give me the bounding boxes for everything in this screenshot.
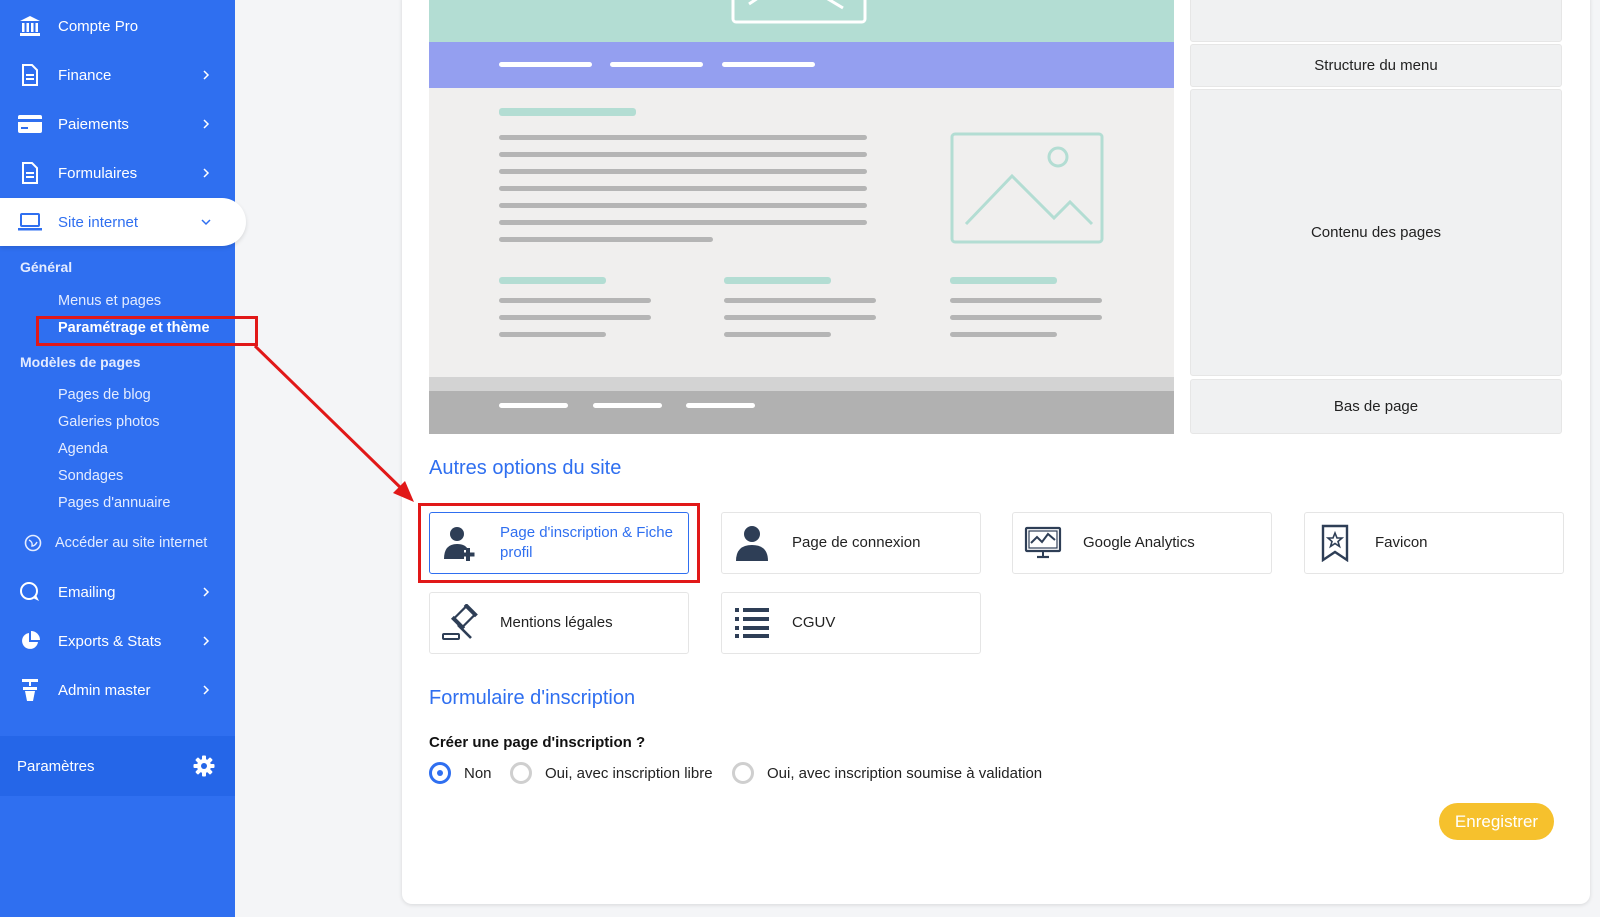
sidebar-item-label: Formulaires <box>58 164 138 182</box>
save-button[interactable]: Enregistrer <box>1439 803 1554 840</box>
credit-card-icon <box>17 111 43 137</box>
preview-content <box>429 88 1174 377</box>
radio-circle-selected[interactable] <box>429 762 451 784</box>
zone-footer-label: Bas de page <box>1333 398 1419 415</box>
sidebar-item-site-internet[interactable]: Site internet <box>0 198 246 246</box>
sidebar-item-label: Compte Pro <box>58 17 139 35</box>
sidebar-item-label: Finance <box>58 66 112 84</box>
option-label: Google Analytics <box>1083 534 1195 551</box>
theme-preview <box>429 0 1174 434</box>
option-google-analytics[interactable]: Google Analytics <box>1012 512 1272 574</box>
sidebar-item-label: Site internet <box>58 213 139 231</box>
option-login-page[interactable]: Page de connexion <box>721 512 981 574</box>
option-registration-profile[interactable]: Page d'inscription & Fiche profil <box>429 512 689 574</box>
sidebar-subitem-galeries[interactable]: Galeries photos <box>58 414 160 430</box>
user-add-icon <box>440 523 480 563</box>
preview-footer-band <box>429 377 1174 391</box>
option-label: Page d'inscription & Fiche profil <box>500 524 673 561</box>
sidebar-item-label: Emailing <box>58 583 116 601</box>
radio-non[interactable]: Non <box>429 762 492 784</box>
section-heading-modeles: Modèles de pages <box>20 354 141 370</box>
pie-chart-icon <box>17 628 43 654</box>
radio-circle[interactable] <box>732 762 754 784</box>
zone-menu-label: Structure du menu <box>1314 57 1438 74</box>
radio-label: Non <box>464 764 492 782</box>
option-label: Favicon <box>1375 534 1428 551</box>
option-favicon[interactable]: Favicon <box>1304 512 1564 574</box>
sidebar-item-paiements[interactable]: Paiements <box>0 100 235 148</box>
radio-oui-libre[interactable]: Oui, avec inscription libre <box>510 762 713 784</box>
document-icon <box>17 62 43 88</box>
registration-question: Créer une page d'inscription ? <box>429 734 646 751</box>
sidebar-item-finance[interactable]: Finance <box>0 51 235 99</box>
zone-header[interactable] <box>1190 0 1562 42</box>
radio-label: Oui, avec inscription soumise à validati… <box>767 764 1043 782</box>
sidebar-access-site[interactable]: Accéder au site internet <box>0 519 235 567</box>
radio-oui-validation[interactable]: Oui, avec inscription soumise à validati… <box>732 762 1042 784</box>
sidebar-item-label: Exports & Stats <box>58 632 162 650</box>
image-placeholder-icon <box>950 132 1104 244</box>
zone-content-label: Contenu des pages <box>1310 224 1442 241</box>
zone-page-content[interactable]: Contenu des pages <box>1190 89 1562 376</box>
section-heading-general: Général <box>20 259 73 275</box>
sidebar-subitem-sondages[interactable]: Sondages <box>58 468 123 484</box>
radio-circle[interactable] <box>510 762 532 784</box>
bookmark-star-icon <box>1315 523 1355 563</box>
gear-icon[interactable] <box>193 755 215 777</box>
chevron-down-icon <box>200 216 212 228</box>
bank-icon <box>17 13 43 39</box>
sidebar-subitem-parametrage-theme[interactable]: Paramétrage et thème <box>58 320 210 336</box>
analytics-monitor-icon <box>1023 523 1063 563</box>
sidebar-subitem-blog[interactable]: Pages de blog <box>58 387 151 403</box>
option-label: Page de connexion <box>792 534 921 551</box>
sidebar-subitem-agenda[interactable]: Agenda <box>58 441 108 457</box>
admin-icon <box>17 677 43 703</box>
option-cguv[interactable]: CGUV <box>721 592 981 654</box>
chevron-right-icon <box>200 684 212 696</box>
other-options-heading: Autres options du site <box>429 457 622 479</box>
sidebar-item-compte-pro[interactable]: Compte Pro <box>0 2 235 50</box>
gavel-icon <box>440 603 480 643</box>
chevron-right-icon <box>200 118 212 130</box>
access-site-label: Accéder au site internet <box>55 535 208 551</box>
sidebar-item-label: Paiements <box>58 115 129 133</box>
list-icon <box>732 603 772 643</box>
sidebar-item-emailing[interactable]: Emailing <box>0 568 235 616</box>
chevron-right-icon <box>200 586 212 598</box>
sidebar-item-label: Admin master <box>58 681 151 699</box>
form-icon <box>17 160 43 186</box>
sidebar-subitem-menus-pages[interactable]: Menus et pages <box>58 293 161 309</box>
registration-form-heading: Formulaire d'inscription <box>429 687 636 709</box>
chevron-right-icon <box>200 635 212 647</box>
chevron-right-icon <box>200 167 212 179</box>
sidebar: Compte Pro Finance Paiements Formulaires… <box>0 0 246 917</box>
sidebar-item-admin-master[interactable]: Admin master <box>0 666 235 714</box>
chat-icon <box>17 579 43 605</box>
sidebar-subitem-annuaire[interactable]: Pages d'annuaire <box>58 495 170 511</box>
chevron-right-icon <box>200 69 212 81</box>
user-icon <box>732 523 772 563</box>
option-label: CGUV <box>792 614 836 631</box>
globe-icon <box>20 530 46 556</box>
zone-footer[interactable]: Bas de page <box>1190 379 1562 434</box>
option-label: Mentions légales <box>500 614 613 631</box>
laptop-icon <box>17 209 43 235</box>
preview-header <box>429 0 1174 42</box>
sidebar-item-formulaires[interactable]: Formulaires <box>0 149 235 197</box>
zone-menu-structure[interactable]: Structure du menu <box>1190 44 1562 87</box>
preview-menu <box>429 42 1174 88</box>
settings-bar[interactable]: Paramètres <box>0 736 235 796</box>
option-legal-notice[interactable]: Mentions légales <box>429 592 689 654</box>
settings-label: Paramètres <box>17 757 95 775</box>
sidebar-item-exports-stats[interactable]: Exports & Stats <box>0 617 235 665</box>
preview-footer <box>429 391 1174 434</box>
radio-label: Oui, avec inscription libre <box>545 764 713 782</box>
